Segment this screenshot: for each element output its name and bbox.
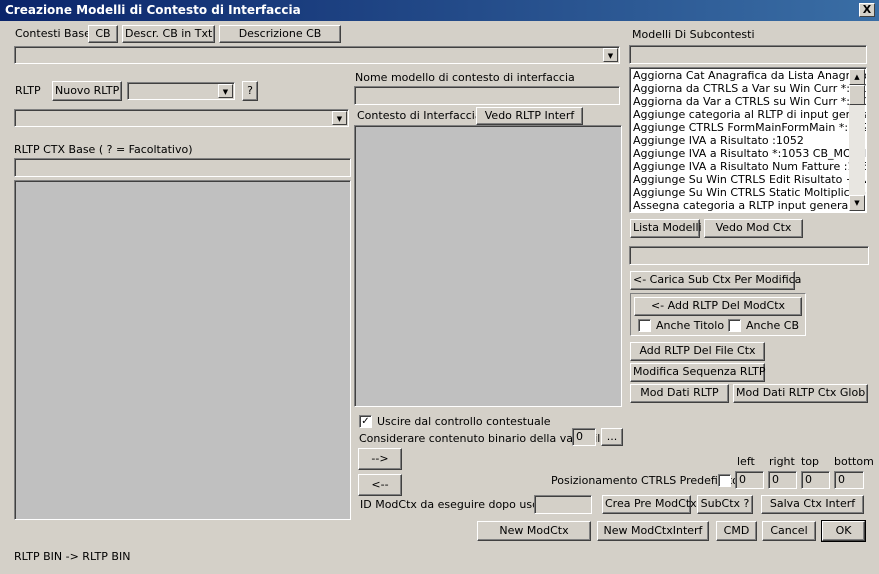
descr-cb-in-txt-button[interactable]: Descr. CB in Txt	[122, 25, 215, 43]
rltp-ctx-base-input[interactable]	[14, 158, 351, 177]
subctx-help-button[interactable]: SubCtx ?	[697, 495, 753, 514]
window-title: Creazione Modelli di Contesto di Interfa…	[5, 3, 301, 17]
list-item[interactable]: Aggiunge CTRLS FormMainFormMain *:1025 C	[633, 121, 866, 134]
scrollbar-thumb[interactable]	[849, 85, 865, 105]
new-modctxinterf-button[interactable]: New ModCtxInterf	[597, 521, 709, 541]
list-item[interactable]: Aggiunge Su Win CTRLS Edit Risultato + I…	[633, 173, 866, 186]
id-modctx-input[interactable]	[534, 495, 592, 514]
pos-top-value: 0	[805, 473, 812, 486]
pos-left-header: left	[737, 455, 755, 468]
subcontesti-list[interactable]: Aggiorna Cat Anagrafica da Lista Anagraf…	[629, 67, 867, 213]
title-bar: Creazione Modelli di Contesto di Interfa…	[0, 0, 879, 21]
cmd-button[interactable]: CMD	[716, 521, 757, 541]
arrow-left-button[interactable]: <--	[358, 474, 402, 496]
vedo-mod-ctx-button[interactable]: Vedo Mod Ctx	[704, 219, 803, 238]
modifica-sequenza-rltp-button[interactable]: Modifica Sequenza RLTP	[630, 363, 766, 382]
list-item[interactable]: Aggiunge Su Win CTRLS Static Moltiplicaz…	[633, 186, 866, 199]
ok-button[interactable]: OK	[821, 520, 866, 542]
crea-pre-modctx-button[interactable]: Crea Pre ModCtx	[602, 495, 697, 514]
add-rltp-del-file-ctx-button[interactable]: Add RLTP Del File Ctx	[630, 342, 765, 361]
considerare-value: 0	[576, 430, 583, 443]
anche-cb-label: Anche CB	[746, 319, 800, 332]
new-modctx-button[interactable]: New ModCtx	[477, 521, 591, 541]
pos-left-value: 0	[739, 473, 746, 486]
subcontesti-scrollbar[interactable]: ▲ ▼	[849, 69, 865, 211]
rltp-status-text: RLTP BIN -> RLTP BIN	[14, 550, 131, 563]
rltp-ctx-base-label: RLTP CTX Base ( ? = Facoltativo)	[14, 143, 193, 156]
descrizione-cb-button[interactable]: Descrizione CB	[219, 25, 341, 43]
posizionamento-checkbox[interactable]	[718, 474, 731, 487]
contesto-interfaccia-label: Contesto di Interfaccia	[357, 109, 482, 122]
contesto-interfaccia-list[interactable]	[354, 125, 622, 407]
pos-right-input[interactable]: 0	[768, 471, 797, 489]
nome-modello-label: Nome modello di contesto di interfaccia	[355, 71, 575, 84]
pos-right-value: 0	[772, 473, 779, 486]
pos-top-header: top	[801, 455, 820, 468]
nome-modello-input[interactable]	[354, 86, 620, 105]
dropdown-arrow-icon[interactable]: ▼	[332, 111, 347, 125]
list-item[interactable]: Aggiorna da CTRLS a Var su Win Curr *:10…	[633, 82, 866, 95]
pos-top-input[interactable]: 0	[801, 471, 830, 489]
posizionamento-label: Posizionamento CTRLS Predefinito	[551, 474, 739, 487]
considerare-label: Considerare contenuto binario della vari…	[359, 432, 608, 445]
list-item[interactable]: Aggiunge IVA a Risultato *:1053 CB_MOLTI…	[633, 147, 866, 160]
mod-ctx-input[interactable]	[629, 246, 869, 265]
considerare-input[interactable]: 0	[572, 428, 596, 446]
dropdown-arrow-icon[interactable]: ▼	[218, 84, 233, 98]
list-item[interactable]: Aggiorna Cat Anagrafica da Lista Anagraf…	[633, 69, 866, 82]
close-button[interactable]: X	[859, 3, 875, 17]
uscire-checkbox[interactable]: ✓	[359, 415, 372, 428]
dropdown-arrow-icon[interactable]: ▼	[603, 48, 618, 62]
cb-button[interactable]: CB	[88, 25, 118, 43]
list-item[interactable]: Aggiunge IVA a Risultato Num Fatture :10…	[633, 160, 866, 173]
vedo-rltp-interf-button[interactable]: Vedo RLTP Interf	[476, 107, 583, 125]
pos-bottom-header: bottom	[834, 455, 874, 468]
id-modctx-label: ID ModCtx da eseguire dopo uscita	[360, 498, 553, 511]
salva-ctx-interf-button[interactable]: Salva Ctx Interf	[761, 495, 864, 514]
anche-cb-checkbox[interactable]	[728, 319, 741, 332]
contesti-base-dropdown[interactable]: ▼	[14, 46, 620, 64]
pos-left-input[interactable]: 0	[735, 471, 764, 489]
carica-sub-ctx-button[interactable]: <- Carica Sub Ctx Per Modifica	[630, 271, 801, 290]
nuovo-rltp-button[interactable]: Nuovo RLTP	[52, 81, 122, 101]
list-item[interactable]: Aggiunge categoria al RLTP di input gene…	[633, 108, 866, 121]
subcontesti-input[interactable]	[629, 45, 867, 64]
lista-modelli-button[interactable]: Lista Modelli	[630, 219, 702, 238]
anche-titolo-label: Anche Titolo	[656, 319, 725, 332]
mod-dati-rltp-ctx-glob-button[interactable]: Mod Dati RLTP Ctx Glob	[733, 384, 868, 403]
list-item[interactable]: Aggiorna da Var a CTRLS su Win Curr *:10…	[633, 95, 866, 108]
cancel-button[interactable]: Cancel	[762, 521, 816, 541]
scroll-up-icon[interactable]: ▲	[849, 69, 865, 85]
ellipsis-button[interactable]: ...	[601, 428, 623, 446]
list-item[interactable]: Aggiunge IVA a Risultato :1052	[633, 134, 804, 147]
pos-right-header: right	[769, 455, 795, 468]
scroll-down-icon[interactable]: ▼	[849, 195, 865, 211]
mod-dati-rltp-button[interactable]: Mod Dati RLTP	[630, 384, 729, 403]
add-rltp-del-modctx-button[interactable]: <- Add RLTP Del ModCtx	[634, 297, 802, 316]
arrow-right-button[interactable]: -->	[358, 448, 402, 470]
rltp-dropdown[interactable]: ▼	[14, 109, 349, 127]
pos-bottom-input[interactable]: 0	[834, 471, 864, 489]
anche-titolo-checkbox[interactable]	[638, 319, 651, 332]
rltp-help-button[interactable]: ?	[242, 81, 258, 101]
rltp-select[interactable]: ▼	[127, 82, 235, 100]
rltp-ctx-base-list[interactable]	[14, 180, 351, 520]
uscire-label: Uscire dal controllo contestuale	[377, 415, 551, 428]
rltp-label: RLTP	[15, 84, 41, 97]
list-item[interactable]: Assegna categoria a RLTP input generale …	[633, 199, 866, 212]
subcontesti-label: Modelli Di Subcontesti	[632, 28, 755, 41]
pos-bottom-value: 0	[838, 473, 845, 486]
contesti-base-label: Contesti Base	[15, 27, 91, 40]
